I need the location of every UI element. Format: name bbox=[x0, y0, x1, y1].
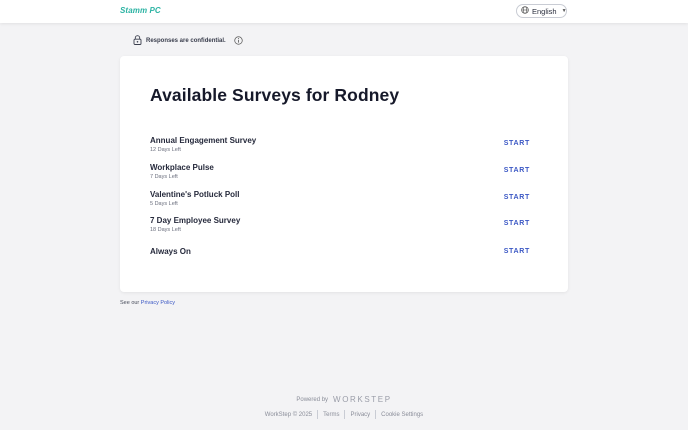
language-selector[interactable]: English ▼ bbox=[516, 4, 567, 18]
info-icon[interactable] bbox=[234, 35, 243, 47]
survey-name: 7 Day Employee Survey bbox=[150, 216, 241, 225]
lock-icon bbox=[133, 35, 142, 47]
confidentiality-notice: Responses are confidential. bbox=[133, 35, 243, 47]
confidentiality-text: Responses are confidential. bbox=[146, 38, 226, 44]
survey-name: Workplace Pulse bbox=[150, 163, 214, 172]
survey-row: 7 Day Employee Survey 18 Days Left START bbox=[150, 216, 538, 240]
powered-by-label: Powered by bbox=[296, 396, 329, 403]
start-button[interactable]: START bbox=[504, 140, 530, 147]
cookie-settings-link[interactable]: Cookie Settings bbox=[376, 412, 428, 418]
privacy-policy-link[interactable]: Privacy Policy bbox=[141, 300, 175, 306]
terms-link[interactable]: Terms bbox=[318, 412, 344, 418]
survey-row: Always On START bbox=[150, 247, 538, 271]
survey-days-left: 18 Days Left bbox=[150, 227, 181, 233]
start-button[interactable]: START bbox=[504, 248, 530, 255]
start-button[interactable]: START bbox=[504, 220, 530, 227]
survey-days-left: 12 Days Left bbox=[150, 147, 181, 153]
survey-name: Annual Engagement Survey bbox=[150, 136, 257, 145]
survey-name: Valentine's Potluck Poll bbox=[150, 190, 240, 199]
survey-name: Always On bbox=[150, 247, 191, 256]
survey-row: Workplace Pulse 7 Days Left START bbox=[150, 163, 538, 187]
start-button[interactable]: START bbox=[504, 194, 530, 201]
footer-links: WorkStep © 2025 Terms Privacy Cookie Set… bbox=[0, 410, 688, 419]
workstep-logo[interactable]: WORKSTEP bbox=[333, 395, 392, 404]
top-bar: Stamm PC English ▼ bbox=[0, 0, 688, 23]
copyright-text: WorkStep © 2025 bbox=[264, 411, 313, 418]
privacy-link[interactable]: Privacy bbox=[345, 412, 375, 418]
survey-days-left: 7 Days Left bbox=[150, 174, 178, 180]
powered-by: Powered by WORKSTEP bbox=[0, 395, 688, 404]
caret-down-icon: ▼ bbox=[561, 8, 567, 14]
survey-days-left: 5 Days Left bbox=[150, 201, 178, 207]
page-title: Available Surveys for Rodney bbox=[150, 85, 400, 105]
survey-row: Valentine's Potluck Poll 5 Days Left STA… bbox=[150, 190, 538, 214]
privacy-prefix: See our bbox=[120, 300, 140, 306]
start-button[interactable]: START bbox=[504, 167, 530, 174]
company-logo[interactable]: Stamm PC bbox=[120, 6, 161, 15]
survey-row: Annual Engagement Survey 12 Days Left ST… bbox=[150, 136, 538, 160]
surveys-card: Available Surveys for Rodney Annual Enga… bbox=[120, 56, 568, 292]
language-label: English bbox=[532, 6, 557, 16]
privacy-notice: See our Privacy Policy bbox=[120, 300, 175, 306]
globe-icon bbox=[521, 6, 529, 16]
